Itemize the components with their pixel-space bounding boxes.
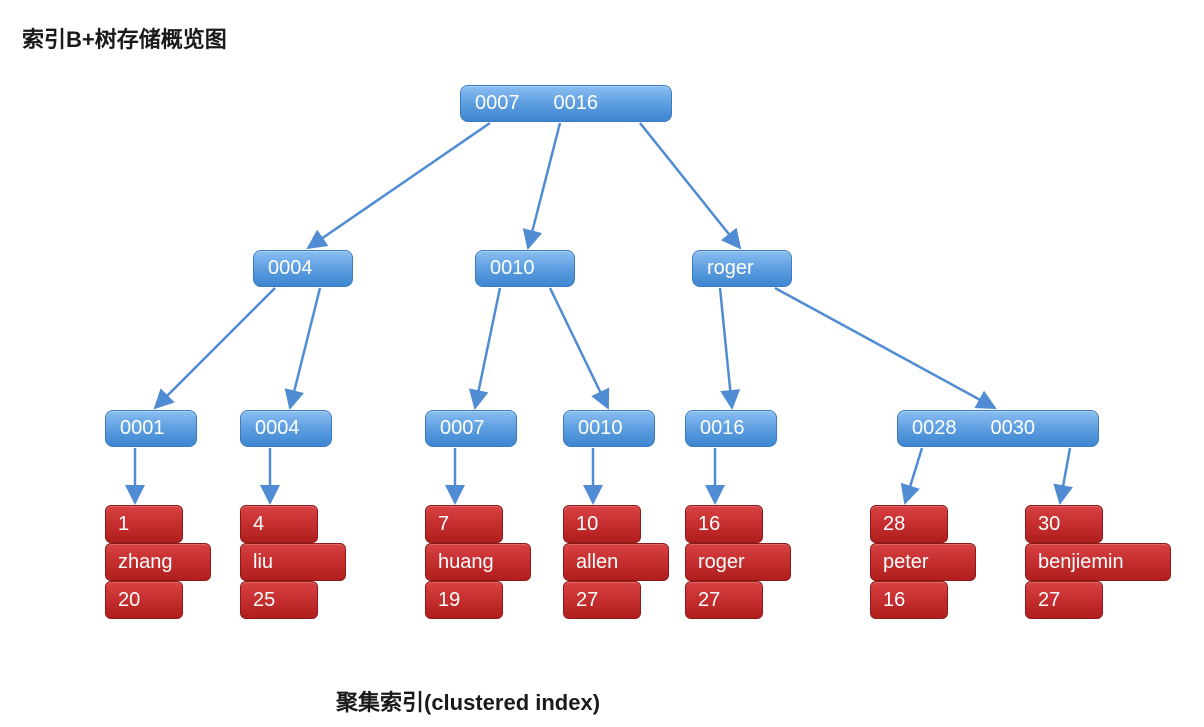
internal-node-1: 0004	[253, 250, 353, 287]
row-id: 4	[240, 505, 318, 543]
row-name: peter	[870, 543, 976, 581]
row-id: 16	[685, 505, 763, 543]
btree-root-node: 0007 0016	[460, 85, 672, 122]
row-age: 20	[105, 581, 183, 619]
leaf-key: 0004	[255, 417, 300, 440]
leaf-node-5: 0016	[685, 410, 777, 447]
row-name: allen	[563, 543, 669, 581]
leaf-node-3: 0007	[425, 410, 517, 447]
leaf-node-4: 0010	[563, 410, 655, 447]
data-row-6: 28 peter 16	[870, 505, 976, 619]
data-row-3: 7 huang 19	[425, 505, 531, 619]
leaf-node-1: 0001	[105, 410, 197, 447]
row-age: 16	[870, 581, 948, 619]
leaf-node-2: 0004	[240, 410, 332, 447]
row-name: benjiemin	[1025, 543, 1171, 581]
data-row-7: 30 benjiemin 27	[1025, 505, 1171, 619]
row-age: 25	[240, 581, 318, 619]
leaf-key: 0016	[700, 417, 745, 440]
leaf-key-a: 0028	[912, 417, 957, 440]
data-row-5: 16 roger 27	[685, 505, 791, 619]
leaf-node-6: 0028 0030	[897, 410, 1099, 447]
row-id: 10	[563, 505, 641, 543]
data-row-2: 4 liu 25	[240, 505, 346, 619]
row-age: 27	[685, 581, 763, 619]
row-name: huang	[425, 543, 531, 581]
row-age: 27	[1025, 581, 1103, 619]
internal-node-3: roger	[692, 250, 792, 287]
leaf-key: 0001	[120, 417, 165, 440]
row-id: 7	[425, 505, 503, 543]
leaf-key: 0010	[578, 417, 623, 440]
row-id: 1	[105, 505, 183, 543]
row-age: 19	[425, 581, 503, 619]
root-key-1: 0007	[475, 92, 520, 115]
data-row-4: 10 allen 27	[563, 505, 669, 619]
node-key: 0010	[490, 257, 535, 280]
row-id: 30	[1025, 505, 1103, 543]
leaf-key-b: 0030	[991, 417, 1036, 440]
internal-node-2: 0010	[475, 250, 575, 287]
row-age: 27	[563, 581, 641, 619]
row-name: zhang	[105, 543, 211, 581]
node-key: roger	[707, 257, 754, 280]
diagram-title: 索引B+树存储概览图	[22, 22, 227, 54]
row-name: roger	[685, 543, 791, 581]
data-row-1: 1 zhang 20	[105, 505, 211, 619]
row-name: liu	[240, 543, 346, 581]
diagram-caption: 聚集索引(clustered index)	[336, 685, 600, 717]
root-key-2: 0016	[554, 92, 599, 115]
node-key: 0004	[268, 257, 313, 280]
leaf-key: 0007	[440, 417, 485, 440]
row-id: 28	[870, 505, 948, 543]
